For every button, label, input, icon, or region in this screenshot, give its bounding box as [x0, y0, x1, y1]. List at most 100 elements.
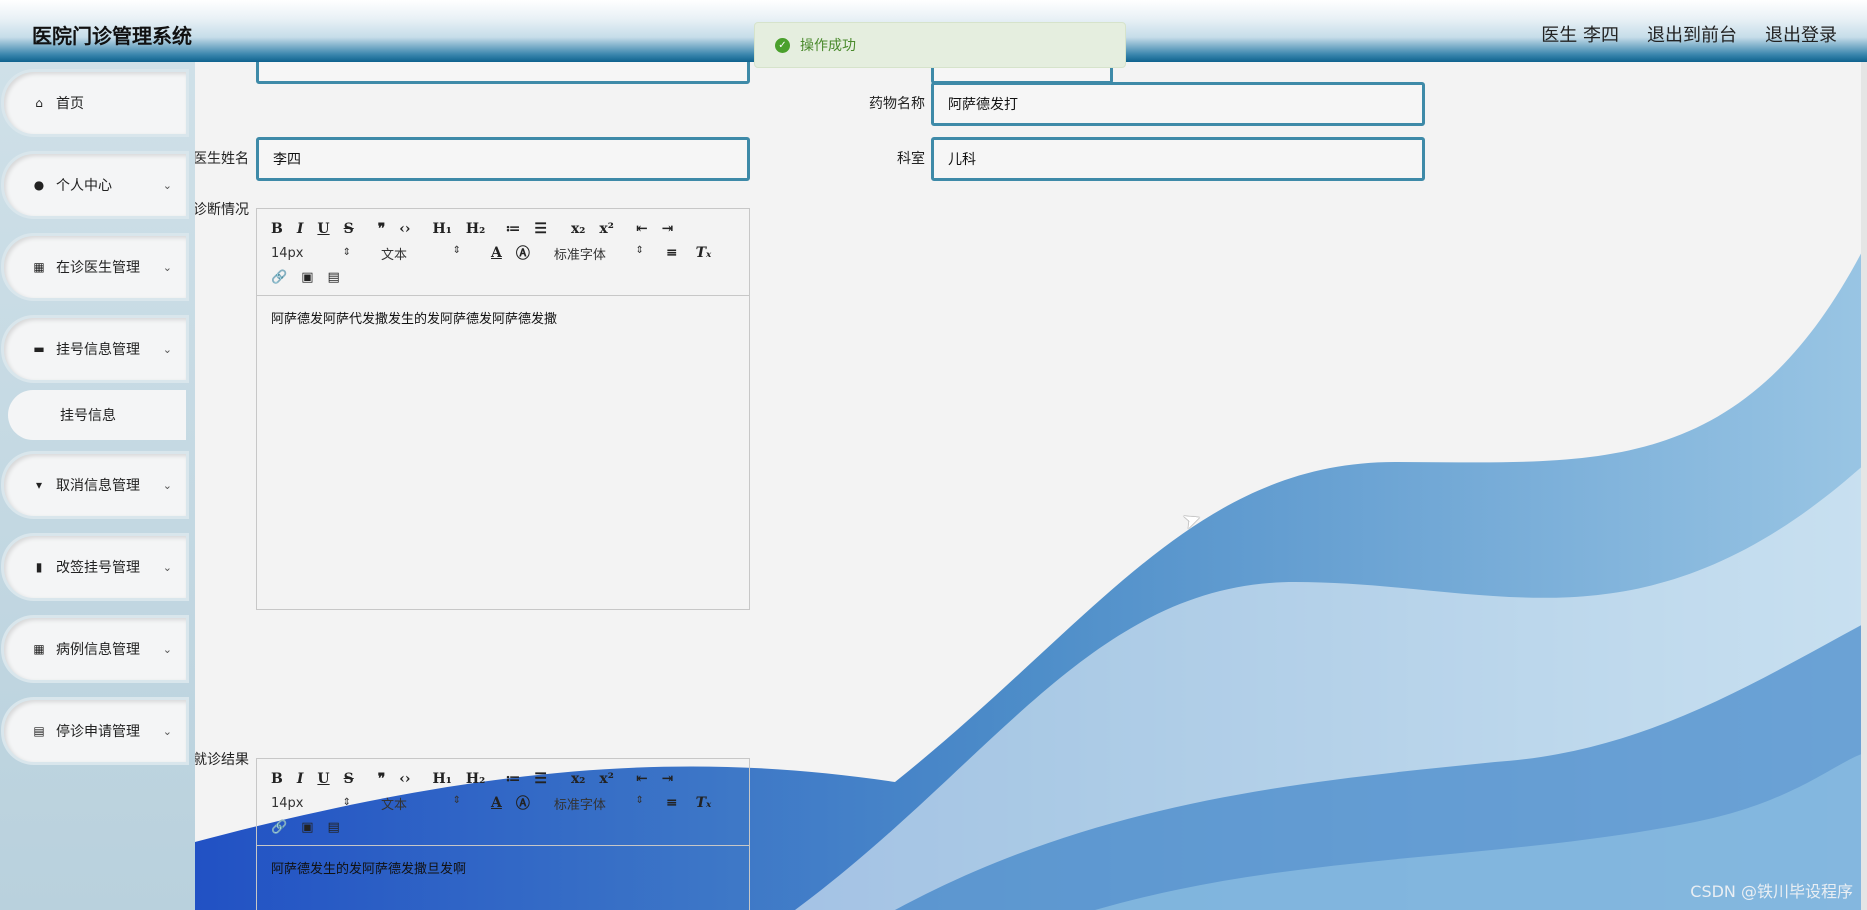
block-type-select[interactable]: 文本 — [381, 244, 461, 263]
link-icon[interactable]: 🔗 — [271, 270, 287, 285]
department-label: 科室 — [897, 151, 925, 167]
bullet-list-icon[interactable]: ☰ — [534, 221, 547, 237]
diagnosis-label: 诊断情况 — [195, 202, 249, 218]
sidebar-item-label: 病例信息管理 — [56, 642, 140, 658]
department-input[interactable]: 儿科 — [931, 137, 1425, 181]
result-editor[interactable]: B I U S ❞ ‹› H₁ H₂ ≔ ☰ x₂ x² ⇤ ⇥ 14px 文本… — [256, 758, 750, 910]
code-icon[interactable]: ‹› — [399, 221, 410, 237]
image-icon[interactable]: ▣ — [301, 270, 313, 285]
blockquote-icon[interactable]: ❞ — [378, 771, 386, 787]
sidebar-item-label: 首页 — [56, 96, 84, 112]
bar-chart-icon: ▮ — [35, 560, 43, 574]
clipboard-icon: ▤ — [33, 724, 45, 738]
doctor-name-input[interactable]: 李四 — [256, 137, 750, 181]
sidebar-item-registration-management[interactable]: ▬ 挂号信息管理 ⌄ — [4, 318, 186, 380]
top-field-left[interactable] — [256, 62, 750, 84]
clear-format-icon[interactable]: Tₓ — [696, 795, 712, 811]
diagnosis-editor-body[interactable]: 阿萨德发阿萨代发撒发生的发阿萨德发阿萨德发撒 — [257, 296, 749, 339]
heading1-button[interactable]: H₁ — [433, 221, 452, 237]
sidebar-item-case-management[interactable]: ▦ 病例信息管理 ⌄ — [4, 618, 186, 680]
strikethrough-button[interactable]: S — [344, 221, 354, 237]
sidebar-item-cancel-management[interactable]: ▾ 取消信息管理 ⌄ — [4, 454, 186, 516]
indent-icon[interactable]: ⇥ — [662, 221, 674, 237]
font-color-icon[interactable]: A — [491, 795, 502, 811]
outdent-icon[interactable]: ⇤ — [636, 771, 648, 787]
chevron-down-icon: ⌄ — [162, 560, 172, 574]
align-icon[interactable]: ≡ — [666, 245, 678, 261]
italic-button[interactable]: I — [297, 221, 304, 237]
exit-to-front-link[interactable]: 退出到前台 — [1647, 21, 1737, 47]
superscript-button[interactable]: x² — [599, 221, 613, 237]
font-size-select[interactable]: 14px — [271, 246, 351, 261]
logout-link[interactable]: 退出登录 — [1765, 21, 1837, 47]
font-size-select[interactable]: 14px — [271, 796, 351, 811]
ordered-list-icon[interactable]: ≔ — [505, 221, 520, 237]
sidebar-item-reschedule-management[interactable]: ▮ 改签挂号管理 ⌄ — [4, 536, 186, 598]
link-icon[interactable]: 🔗 — [271, 820, 287, 835]
current-user[interactable]: 医生 李四 — [1541, 21, 1619, 47]
bold-button[interactable]: B — [271, 221, 283, 237]
check-circle-icon: ✓ — [775, 37, 790, 53]
header-actions: 医生 李四 退出到前台 退出登录 — [1541, 21, 1837, 47]
result-toolbar: B I U S ❞ ‹› H₁ H₂ ≔ ☰ x₂ x² ⇤ ⇥ 14px 文本… — [257, 759, 749, 846]
heading1-button[interactable]: H₁ — [433, 771, 452, 787]
clear-format-icon[interactable]: Tₓ — [696, 245, 712, 261]
chevron-down-icon: ⌄ — [162, 478, 172, 492]
briefcase-icon: ▬ — [33, 342, 45, 356]
underline-button[interactable]: U — [317, 771, 329, 787]
underline-button[interactable]: U — [317, 221, 329, 237]
font-color-icon[interactable]: A — [491, 245, 502, 261]
subscript-button[interactable]: x₂ — [571, 771, 585, 787]
chevron-down-icon: ⌄ — [162, 178, 172, 192]
sidebar: ⌂ 首页 ● 个人中心 ⌄ ▦ 在诊医生管理 ⌄ ▬ 挂号信息管理 ⌄ 挂号信息… — [0, 62, 195, 910]
sidebar-item-label: 停诊申请管理 — [56, 724, 140, 740]
video-icon[interactable]: ▤ — [327, 270, 339, 285]
heading2-button[interactable]: H₂ — [466, 771, 485, 787]
video-icon[interactable]: ▤ — [327, 820, 339, 835]
sidebar-item-suspension-management[interactable]: ▤ 停诊申请管理 ⌄ — [4, 700, 186, 762]
bullet-list-icon[interactable]: ☰ — [534, 771, 547, 787]
sidebar-item-label: 挂号信息管理 — [56, 342, 140, 358]
sidebar-item-personal-center[interactable]: ● 个人中心 ⌄ — [4, 154, 186, 216]
main-content: 药物名称 阿萨德发打 医生姓名 李四 科室 儿科 诊断情况 B I U S ❞ … — [195, 62, 1867, 910]
ordered-list-icon[interactable]: ≔ — [505, 771, 520, 787]
grid-icon: ▦ — [33, 260, 45, 274]
toast-message: 操作成功 — [800, 38, 856, 54]
heading2-button[interactable]: H₂ — [466, 221, 485, 237]
chevron-down-icon: ⌄ — [162, 724, 172, 738]
code-icon[interactable]: ‹› — [399, 771, 410, 787]
sidebar-item-home[interactable]: ⌂ 首页 — [4, 72, 186, 134]
superscript-button[interactable]: x² — [599, 771, 613, 787]
sidebar-item-doctor-management[interactable]: ▦ 在诊医生管理 ⌄ — [4, 236, 186, 298]
sidebar-item-label: 改签挂号管理 — [56, 560, 140, 576]
blockquote-icon[interactable]: ❞ — [378, 221, 386, 237]
result-label: 就诊结果 — [195, 752, 249, 768]
font-family-select[interactable]: 标准字体 — [554, 794, 644, 813]
result-editor-body[interactable]: 阿萨德发生的发阿萨德发撒旦发啊 — [257, 846, 749, 889]
sidebar-item-label: 取消信息管理 — [56, 478, 140, 494]
subscript-button[interactable]: x₂ — [571, 221, 585, 237]
doctor-name-label: 医生姓名 — [195, 151, 249, 167]
stamp-icon: ▾ — [35, 478, 43, 492]
app-title: 医院门诊管理系统 — [32, 24, 192, 48]
diagnosis-editor[interactable]: B I U S ❞ ‹› H₁ H₂ ≔ ☰ x₂ x² ⇤ ⇥ 14px 文本… — [256, 208, 750, 610]
sidebar-subitem-registration-info[interactable]: 挂号信息 — [8, 390, 186, 440]
indent-icon[interactable]: ⇥ — [662, 771, 674, 787]
user-icon: ● — [33, 178, 45, 192]
background-color-icon[interactable]: Ⓐ — [516, 243, 530, 263]
align-icon[interactable]: ≡ — [666, 795, 678, 811]
chevron-down-icon: ⌄ — [162, 642, 172, 656]
strikethrough-button[interactable]: S — [344, 771, 354, 787]
bold-button[interactable]: B — [271, 771, 283, 787]
drug-name-input[interactable]: 阿萨德发打 — [931, 82, 1425, 126]
image-icon[interactable]: ▣ — [301, 820, 313, 835]
vertical-scrollbar[interactable] — [1861, 62, 1867, 910]
home-icon: ⌂ — [35, 96, 43, 110]
font-family-select[interactable]: 标准字体 — [554, 244, 644, 263]
italic-button[interactable]: I — [297, 771, 304, 787]
block-type-select[interactable]: 文本 — [381, 794, 461, 813]
outdent-icon[interactable]: ⇤ — [636, 221, 648, 237]
background-color-icon[interactable]: Ⓐ — [516, 793, 530, 813]
sidebar-item-label: 个人中心 — [56, 178, 112, 194]
csdn-watermark: CSDN @铁川毕设程序 — [1690, 882, 1853, 901]
